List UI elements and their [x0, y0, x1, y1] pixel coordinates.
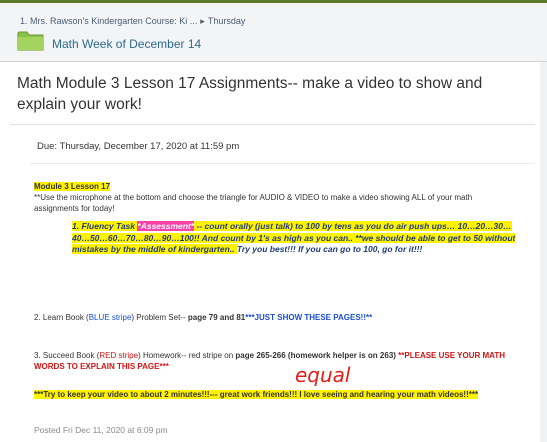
- learn-book-note: ***JUST SHOW THESE PAGES!!**: [245, 313, 373, 322]
- fluency-number: 1.: [72, 221, 80, 231]
- handwritten-text: equal: [295, 363, 351, 387]
- folder-icon: [17, 31, 44, 51]
- due-date: Due: Thursday, December 17, 2020 at 11:5…: [37, 141, 240, 152]
- succeed-book-middle: ) Homework-- red stripe on: [138, 351, 236, 360]
- page-title: Math Module 3 Lesson 17 Assignments-- ma…: [17, 75, 483, 113]
- succeed-book-item: 3. Succeed Book (RED stripe) Homework-- …: [34, 350, 524, 372]
- fluency-label: Fluency Task: [81, 221, 136, 231]
- breadcrumb-separator-icon: ▸: [200, 16, 205, 26]
- learn-book-middle: ) Problem Set--: [131, 313, 188, 322]
- title-divider: [10, 124, 535, 125]
- breadcrumb-current-link[interactable]: Thursday: [208, 16, 246, 26]
- assignment-card: Math Module 3 Lesson 17 Assignments-- ma…: [0, 62, 541, 442]
- lesson-heading: Module 3 Lesson 17: [34, 182, 111, 191]
- closing-note: ***Try to keep your video to about 2 min…: [34, 389, 514, 400]
- due-divider: [30, 163, 535, 164]
- fluency-task: 1. Fluency Task *Assessment* -- count or…: [72, 221, 524, 256]
- breadcrumb: 1. Mrs. Rawson's Kindergarten Course: Ki…: [20, 16, 245, 27]
- breadcrumb-header: 1. Mrs. Rawson's Kindergarten Course: Ki…: [0, 3, 547, 62]
- intro-text: **Use the microphone at the bottom and c…: [34, 193, 473, 213]
- learn-book-item: 2. Learn Book (BLUE stripe) Problem Set-…: [34, 312, 524, 323]
- posted-date: Posted Fri Dec 11, 2020 at 6:09 pm: [34, 425, 168, 435]
- fluency-encouragement: Try you best!!! If you can go to 100, go…: [236, 244, 423, 254]
- learn-book-prefix: 2. Learn Book (: [34, 313, 89, 322]
- lesson-heading-block: Module 3 Lesson 17: [34, 181, 111, 192]
- breadcrumb-course-link[interactable]: 1. Mrs. Rawson's Kindergarten Course: Ki…: [20, 16, 197, 26]
- handwritten-equal-annotation: equal: [295, 363, 351, 387]
- learn-book-pages: page 79 and 81: [187, 313, 246, 322]
- succeed-book-pages: page 265-266 (homework helper is on 263): [235, 351, 396, 360]
- assessment-tag: *Assessment*: [137, 221, 195, 231]
- red-stripe-label: RED stripe: [99, 351, 139, 360]
- page-gutter: [540, 62, 547, 442]
- folder-title-link[interactable]: Math Week of December 14: [52, 37, 201, 51]
- succeed-book-prefix: 3. Succeed Book (: [34, 351, 100, 360]
- closing-text: ***Try to keep your video to about 2 min…: [34, 390, 479, 399]
- blue-stripe-label: BLUE stripe: [88, 313, 132, 322]
